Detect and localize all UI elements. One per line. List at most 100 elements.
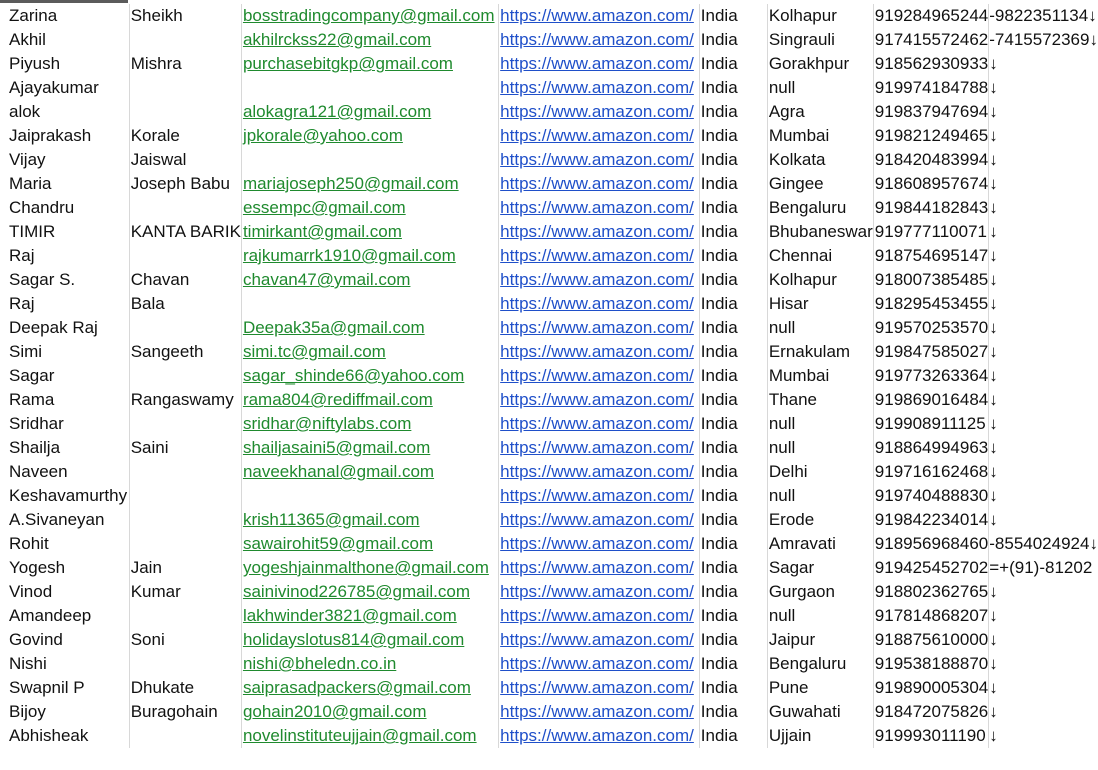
cell-first-name[interactable]: Nishi — [0, 652, 130, 676]
cell-email[interactable] — [241, 484, 500, 508]
url-link[interactable]: https://www.amazon.com/ — [500, 126, 694, 145]
cell-extra[interactable]: =+(91)-81202 — [989, 556, 1098, 580]
cell-first-name[interactable]: Sagar S. — [0, 268, 130, 292]
cell-first-name[interactable]: alok — [0, 100, 130, 124]
email-link[interactable]: alokagra121@gmail.com — [243, 102, 431, 121]
cell-last-name[interactable] — [129, 364, 242, 388]
cell-email[interactable]: timirkant@gmail.com — [241, 220, 500, 244]
email-link[interactable]: simi.tc@gmail.com — [243, 342, 386, 361]
cell-city[interactable]: Kolhapur — [767, 268, 874, 292]
url-link[interactable]: https://www.amazon.com/ — [500, 702, 694, 721]
url-link[interactable]: https://www.amazon.com/ — [500, 270, 694, 289]
cell-first-name[interactable]: Yogesh — [0, 556, 130, 580]
cell-country[interactable]: India — [699, 292, 768, 316]
email-link[interactable]: nishi@bheledn.co.in — [243, 654, 396, 673]
url-link[interactable]: https://www.amazon.com/ — [500, 150, 694, 169]
url-link[interactable]: https://www.amazon.com/ — [500, 342, 694, 361]
email-link[interactable]: yogeshjainmalthone@gmail.com — [243, 558, 489, 577]
cell-extra[interactable]: ↓ — [989, 724, 1098, 748]
cell-city[interactable]: Gurgaon — [767, 580, 874, 604]
cell-url[interactable]: https://www.amazon.com/ — [498, 4, 700, 28]
cell-url[interactable]: https://www.amazon.com/ — [498, 508, 700, 532]
cell-url[interactable]: https://www.amazon.com/ — [498, 604, 700, 628]
email-link[interactable]: gohain2010@gmail.com — [243, 702, 427, 721]
cell-extra[interactable]: ↓ — [989, 316, 1098, 340]
url-link[interactable]: https://www.amazon.com/ — [500, 222, 694, 241]
cell-url[interactable]: https://www.amazon.com/ — [498, 340, 700, 364]
cell-extra[interactable]: ↓ — [989, 412, 1098, 436]
cell-city[interactable]: Sagar — [767, 556, 874, 580]
cell-email[interactable]: holidayslotus814@gmail.com — [241, 628, 500, 652]
cell-phone[interactable]: 917415572462 — [873, 28, 990, 52]
email-link[interactable]: saiprasadpackers@gmail.com — [243, 678, 471, 697]
cell-country[interactable]: India — [699, 340, 768, 364]
cell-email[interactable]: lakhwinder3821@gmail.com — [241, 604, 500, 628]
cell-extra[interactable]: ↓ — [989, 172, 1098, 196]
url-link[interactable]: https://www.amazon.com/ — [500, 414, 694, 433]
cell-email[interactable]: jpkorale@yahoo.com — [241, 124, 500, 148]
cell-first-name[interactable]: Shailja — [0, 436, 130, 460]
cell-last-name[interactable]: Kumar — [129, 580, 242, 604]
cell-country[interactable]: India — [699, 604, 768, 628]
url-link[interactable]: https://www.amazon.com/ — [500, 54, 694, 73]
cell-url[interactable]: https://www.amazon.com/ — [498, 172, 700, 196]
cell-city[interactable]: Guwahati — [767, 700, 874, 724]
url-link[interactable]: https://www.amazon.com/ — [500, 462, 694, 481]
cell-city[interactable]: Delhi — [767, 460, 874, 484]
cell-country[interactable]: India — [699, 388, 768, 412]
cell-country[interactable]: India — [699, 316, 768, 340]
cell-email[interactable]: simi.tc@gmail.com — [241, 340, 500, 364]
cell-url[interactable]: https://www.amazon.com/ — [498, 724, 700, 748]
url-link[interactable]: https://www.amazon.com/ — [500, 582, 694, 601]
url-link[interactable]: https://www.amazon.com/ — [500, 486, 694, 505]
cell-extra[interactable]: ↓ — [989, 388, 1098, 412]
cell-phone[interactable]: 919284965244 — [873, 4, 990, 28]
cell-last-name[interactable]: Bala — [129, 292, 242, 316]
email-link[interactable]: essempc@gmail.com — [243, 198, 406, 217]
cell-last-name[interactable] — [129, 484, 242, 508]
cell-city[interactable]: Ernakulam — [767, 340, 874, 364]
cell-last-name[interactable] — [129, 652, 242, 676]
cell-last-name[interactable] — [129, 196, 242, 220]
cell-url[interactable]: https://www.amazon.com/ — [498, 124, 700, 148]
cell-first-name[interactable]: Raj — [0, 292, 130, 316]
cell-last-name[interactable]: Chavan — [129, 268, 242, 292]
cell-first-name[interactable]: A.Sivaneyan — [0, 508, 130, 532]
cell-extra[interactable]: ↓ — [989, 292, 1098, 316]
cell-last-name[interactable] — [129, 724, 242, 748]
cell-extra[interactable]: ↓ — [989, 628, 1098, 652]
cell-url[interactable]: https://www.amazon.com/ — [498, 532, 700, 556]
cell-url[interactable]: https://www.amazon.com/ — [498, 412, 700, 436]
cell-phone[interactable]: 919821249465 — [873, 124, 990, 148]
cell-country[interactable]: India — [699, 4, 768, 28]
cell-country[interactable]: India — [699, 244, 768, 268]
email-link[interactable]: bosstradingcompany@gmail.com — [243, 6, 495, 25]
cell-phone[interactable]: 918754695147 — [873, 244, 990, 268]
cell-city[interactable]: Bengaluru — [767, 196, 874, 220]
url-link[interactable]: https://www.amazon.com/ — [500, 654, 694, 673]
email-link[interactable]: Deepak35a@gmail.com — [243, 318, 425, 337]
cell-extra[interactable]: ↓ — [989, 364, 1098, 388]
cell-phone[interactable]: 919844182843 — [873, 196, 990, 220]
email-link[interactable]: timirkant@gmail.com — [243, 222, 402, 241]
cell-phone[interactable]: 918007385485 — [873, 268, 990, 292]
cell-phone[interactable]: 919908911125 — [873, 412, 990, 436]
cell-extra[interactable]: ↓ — [989, 580, 1098, 604]
cell-phone[interactable]: 919847585027 — [873, 340, 990, 364]
cell-phone[interactable]: 919570253570 — [873, 316, 990, 340]
url-link[interactable]: https://www.amazon.com/ — [500, 294, 694, 313]
url-link[interactable]: https://www.amazon.com/ — [500, 246, 694, 265]
cell-extra[interactable]: -8554024924↓ — [989, 532, 1098, 556]
url-link[interactable]: https://www.amazon.com/ — [500, 30, 694, 49]
email-link[interactable]: jpkorale@yahoo.com — [243, 126, 403, 145]
cell-last-name[interactable]: Joseph Babu — [129, 172, 242, 196]
cell-city[interactable]: Kolkata — [767, 148, 874, 172]
cell-country[interactable]: India — [699, 28, 768, 52]
cell-email[interactable] — [241, 292, 500, 316]
cell-last-name[interactable]: Sangeeth — [129, 340, 242, 364]
cell-country[interactable]: India — [699, 484, 768, 508]
cell-city[interactable]: Bhubaneswar — [767, 220, 874, 244]
cell-country[interactable]: India — [699, 724, 768, 748]
cell-extra[interactable]: -9822351134↓ — [989, 4, 1098, 28]
url-link[interactable]: https://www.amazon.com/ — [500, 678, 694, 697]
